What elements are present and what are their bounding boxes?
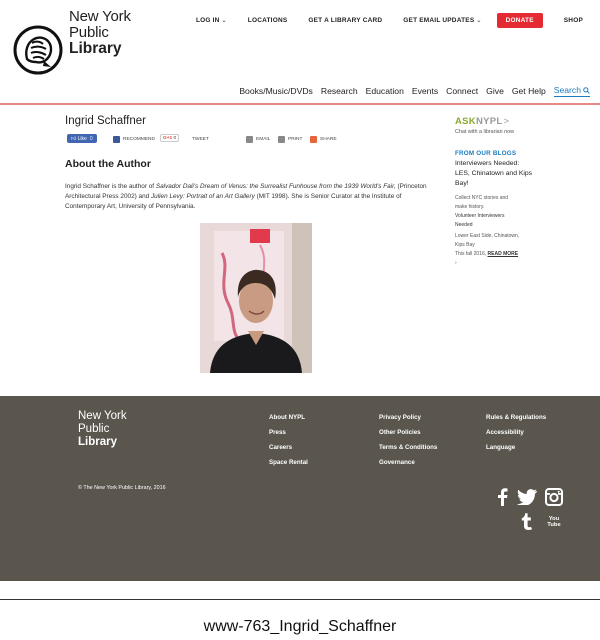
nav-research[interactable]: Research	[321, 86, 358, 96]
author-bio: Ingrid Schaffner is the author of Salvad…	[65, 183, 427, 210]
email-icon	[246, 135, 253, 143]
ask-subtitle[interactable]: Chat with a librarian now	[455, 129, 535, 135]
tweet-button[interactable]: TWEET	[192, 134, 209, 144]
footer-link-governance[interactable]: Governance	[379, 459, 437, 474]
nav-events[interactable]: Events	[412, 86, 438, 96]
library-card-link[interactable]: GET A LIBRARY CARD	[308, 17, 382, 24]
blog-post-title[interactable]: Interviewers Needed: LES, Chinatown and …	[455, 159, 535, 189]
google-plus-button[interactable]: G+1 0	[160, 134, 180, 142]
print-button[interactable]: PRINT	[278, 134, 302, 144]
nav-give[interactable]: Give	[486, 86, 504, 96]
page-title: Ingrid Schaffner	[65, 115, 146, 127]
logo-wordmark[interactable]: New York Public Library	[69, 9, 131, 57]
facebook-icon[interactable]	[495, 488, 509, 506]
chevron-down-icon: ⌄	[476, 18, 482, 24]
nav-connect[interactable]: Connect	[446, 86, 478, 96]
chevron-down-icon: ⌄	[221, 18, 227, 24]
nypl-lion-logo[interactable]	[13, 25, 63, 75]
main-nav: Books/Music/DVDs Research Education Even…	[231, 85, 590, 97]
author-photo	[200, 223, 312, 373]
footer-logo[interactable]: New York Public Library	[78, 410, 127, 449]
blog-snippet: Collect NYC stories and make history.	[455, 195, 509, 210]
share-bar: 👍︎ Like 0 RECOMMEND G+1 0 TWEET EMAIL PRI…	[67, 134, 367, 146]
book-title: Salvador Dali's Dream of Venus: the Surr…	[155, 183, 396, 190]
nav-get-help[interactable]: Get Help	[512, 86, 546, 96]
header-divider	[0, 103, 600, 105]
email-updates-link[interactable]: GET EMAIL UPDATES ⌄	[403, 17, 481, 24]
locations-link[interactable]: LOCATIONS	[248, 17, 288, 24]
nav-books-music-dvds[interactable]: Books/Music/DVDs	[239, 86, 313, 96]
footer-link-privacy[interactable]: Privacy Policy	[379, 414, 437, 429]
more-arrow: ›	[455, 260, 457, 266]
copyright: © The New York Public Library, 2016	[78, 485, 166, 491]
footer-link-accessibility[interactable]: Accessibility	[486, 429, 546, 444]
chevron-right-icon: >	[503, 116, 510, 127]
search-label: Search	[553, 85, 581, 95]
utility-nav: LOG IN ⌄ LOCATIONS GET A LIBRARY CARD GET…	[175, 12, 583, 29]
twitter-icon[interactable]	[517, 489, 537, 505]
footer: New York Public Library About NYPL Press…	[0, 396, 600, 581]
donate-button[interactable]: DONATE	[496, 13, 543, 28]
facebook-like-button[interactable]: 👍︎ Like 0	[67, 134, 97, 143]
logo-line-1: New York	[69, 8, 131, 25]
about-heading: About the Author	[65, 158, 151, 170]
book-title: Julien Levy: Portrait of an Art Gallery	[150, 193, 255, 200]
thumbs-up-icon: 👍︎	[71, 135, 77, 142]
footer-link-terms[interactable]: Terms & Conditions	[379, 444, 437, 459]
footer-col-1: About NYPL Press Careers Space Rental	[269, 414, 308, 474]
email-button[interactable]: EMAIL	[246, 134, 270, 144]
youtube-icon[interactable]: You Tube	[546, 516, 562, 528]
footer-col-3: Rules & Regulations Accessibility Langua…	[486, 414, 546, 459]
footer-link-careers[interactable]: Careers	[269, 444, 308, 459]
nav-education[interactable]: Education	[366, 86, 404, 96]
blog-snippet-heading: Volunteer Interviewers Needed	[455, 213, 505, 228]
caption-divider	[0, 599, 600, 600]
shop-link[interactable]: SHOP	[564, 17, 583, 24]
recommend-button[interactable]: RECOMMEND	[113, 134, 155, 144]
search-button[interactable]: Search	[553, 85, 590, 97]
gplus-count: 0	[173, 135, 177, 141]
footer-link-about[interactable]: About NYPL	[269, 414, 308, 429]
logo-line-3: Library	[69, 40, 122, 57]
ask-nypl-link[interactable]: ASKNYPL>	[455, 116, 535, 127]
footer-link-rules[interactable]: Rules & Regulations	[486, 414, 546, 429]
right-rail: ASKNYPL> Chat with a librarian now FROM …	[455, 116, 535, 268]
footer-col-2: Privacy Policy Other Policies Terms & Co…	[379, 414, 437, 474]
footer-link-space-rental[interactable]: Space Rental	[269, 459, 308, 474]
like-count: 0	[89, 135, 93, 142]
blog-snippet-more: Lower East Side, Chinatown, Kips Bay Thi…	[455, 232, 535, 268]
tumblr-icon[interactable]	[521, 513, 533, 530]
footer-link-press[interactable]: Press	[269, 429, 308, 444]
footer-link-other-policies[interactable]: Other Policies	[379, 429, 437, 444]
image-caption: www-763_Ingrid_Schaffner	[203, 618, 397, 635]
logo-line-2: Public	[69, 24, 109, 41]
read-more-link[interactable]: READ MORE	[488, 251, 519, 257]
share-button[interactable]: SHARE	[310, 134, 337, 144]
share-plus-icon	[310, 135, 317, 143]
search-icon	[583, 86, 590, 94]
blogs-heading[interactable]: FROM OUR BLOGS	[455, 150, 535, 157]
facebook-icon	[113, 135, 120, 143]
instagram-icon[interactable]	[545, 488, 563, 506]
footer-link-language[interactable]: Language	[486, 444, 546, 459]
login-link[interactable]: LOG IN ⌄	[196, 17, 227, 24]
print-icon	[278, 135, 285, 143]
